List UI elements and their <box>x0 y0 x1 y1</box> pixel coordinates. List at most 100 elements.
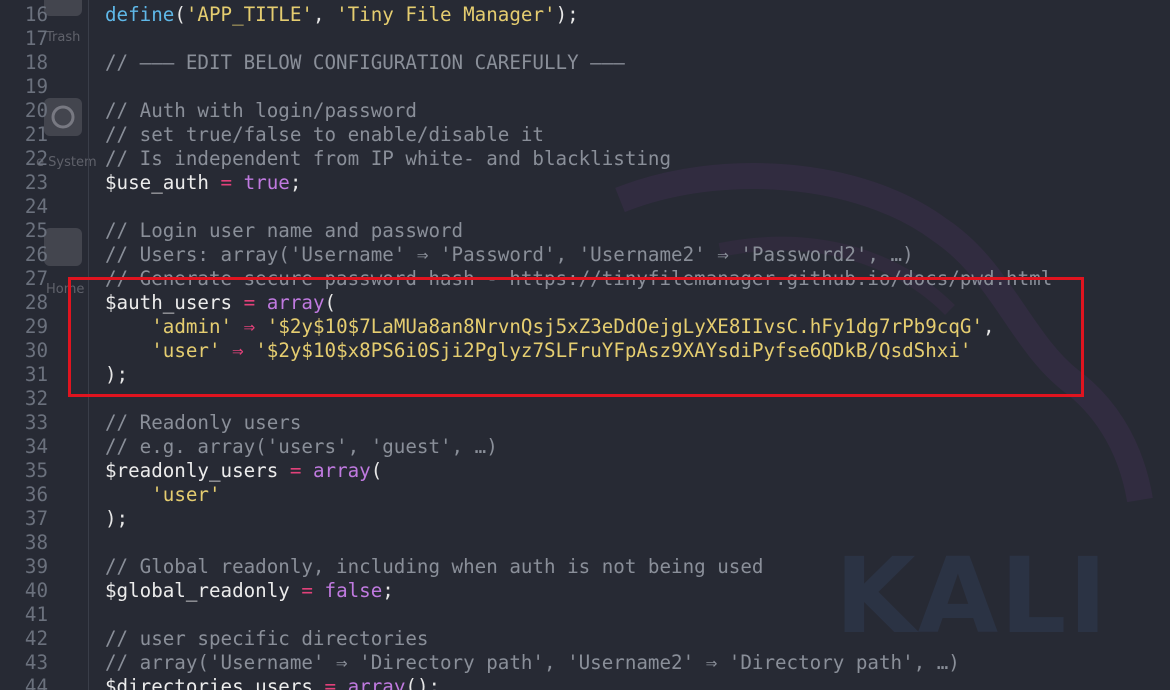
code-token: // set true/false to enable/disable it <box>105 123 544 146</box>
code-text: // Global readonly, including when auth … <box>105 555 763 579</box>
code-token: ( <box>174 3 186 26</box>
code-token: $use_auth <box>105 171 221 194</box>
code-token: = <box>324 675 337 690</box>
line-number: 27 <box>24 267 48 290</box>
line-number: 32 <box>24 387 48 410</box>
line-number: 21 <box>24 123 48 146</box>
line-number: 37 <box>24 507 48 530</box>
line-number: 26 <box>24 243 48 266</box>
code-token: // ——— EDIT BELOW CONFIGURATION CAREFULL… <box>105 51 625 74</box>
code-line[interactable]: 38 <box>0 531 1170 555</box>
auth-users-highlight-box <box>68 277 1084 397</box>
code-token: (); <box>405 675 441 690</box>
line-number: 29 <box>24 315 48 338</box>
code-line[interactable]: 36 'user' <box>0 483 1170 507</box>
code-token: // array('Username' ⇒ 'Directory path', … <box>105 651 960 674</box>
code-token: // e.g. array('users', 'guest', …) <box>105 435 498 458</box>
code-line[interactable]: 37); <box>0 507 1170 531</box>
code-line[interactable]: 33 // Readonly users <box>0 411 1170 435</box>
code-text: // ——— EDIT BELOW CONFIGURATION CAREFULL… <box>105 51 625 75</box>
code-text: define('APP_TITLE', 'Tiny File Manager')… <box>105 3 579 27</box>
code-line[interactable]: 21 // set true/false to enable/disable it <box>0 123 1170 147</box>
line-number: 35 <box>24 459 48 482</box>
line-number: 28 <box>24 291 48 314</box>
code-line[interactable]: 39 // Global readonly, including when aut… <box>0 555 1170 579</box>
code-token: ( <box>370 459 383 482</box>
code-text: // Users: array('Username' ⇒ 'Password',… <box>105 243 914 267</box>
code-text: 'user' <box>105 483 221 507</box>
line-number: 40 <box>24 579 48 602</box>
code-text: $use_auth = true; <box>105 171 301 195</box>
code-line[interactable]: 42 // user specific directories <box>0 627 1170 651</box>
code-line[interactable]: 41 <box>0 603 1170 627</box>
code-token: , <box>312 3 337 26</box>
line-number: 30 <box>24 339 48 362</box>
code-token: array <box>312 459 371 482</box>
code-text: // Login user name and password <box>105 219 463 243</box>
code-token: // Readonly users <box>105 411 302 434</box>
code-line[interactable]: 16 define('APP_TITLE', 'Tiny File Manager… <box>0 3 1170 27</box>
line-number: 19 <box>24 75 48 98</box>
line-number: 36 <box>24 483 48 506</box>
line-number: 44 <box>24 675 48 690</box>
line-number: 38 <box>24 531 48 554</box>
code-token: $directories_users <box>105 675 325 690</box>
code-line[interactable]: 34 // e.g. array('users', 'guest', …) <box>0 435 1170 459</box>
line-number: 39 <box>24 555 48 578</box>
code-line[interactable]: 24 <box>0 195 1170 219</box>
code-line[interactable]: 17 <box>0 27 1170 51</box>
code-token: 'APP_TITLE' <box>185 3 313 26</box>
code-token: = <box>301 579 313 602</box>
code-text: $readonly_users = array( <box>105 459 382 483</box>
code-token: $global_readonly <box>105 579 302 602</box>
code-token: true <box>243 171 290 194</box>
code-text: $directories_users = array(); <box>105 675 440 690</box>
code-line[interactable]: 40 $global_readonly = false; <box>0 579 1170 603</box>
code-token: 'Tiny File Manager' <box>336 3 556 26</box>
line-number: 17 <box>24 27 48 50</box>
line-number: 20 <box>24 99 48 122</box>
code-line[interactable]: 25 // Login user name and password <box>0 219 1170 243</box>
line-number: 24 <box>24 195 48 218</box>
code-line[interactable]: 19 <box>0 75 1170 99</box>
code-token: // Is independent from IP white- and bla… <box>105 147 672 170</box>
code-token: array <box>347 675 406 690</box>
code-text: $global_readonly = false; <box>105 579 394 603</box>
line-number: 41 <box>24 603 48 626</box>
code-line[interactable]: 44 $directories_users = array(); <box>0 675 1170 690</box>
line-number: 18 <box>24 51 48 74</box>
code-token: // Users: array('Username' ⇒ 'Password',… <box>105 243 914 266</box>
code-token: ; <box>289 171 302 194</box>
code-token: // user specific directories <box>105 627 429 650</box>
line-number: 16 <box>24 3 48 26</box>
code-line[interactable]: 22 // Is independent from IP white- and b… <box>0 147 1170 171</box>
code-token: = <box>289 459 302 482</box>
code-token: // Auth with login/password <box>105 99 417 122</box>
code-token: 'user' <box>151 483 221 506</box>
code-text: // Is independent from IP white- and bla… <box>105 147 671 171</box>
code-text: ); <box>105 507 128 531</box>
code-text: // user specific directories <box>105 627 428 651</box>
code-line[interactable]: 20 // Auth with login/password <box>0 99 1170 123</box>
line-number: 42 <box>24 627 48 650</box>
code-token: define <box>105 3 175 26</box>
code-text: // array('Username' ⇒ 'Directory path', … <box>105 651 960 675</box>
code-token: // Login user name and password <box>105 219 464 242</box>
code-line[interactable]: 26 // Users: array('Username' ⇒ 'Password… <box>0 243 1170 267</box>
code-line[interactable]: 35 $readonly_users = array( <box>0 459 1170 483</box>
line-number: 25 <box>24 219 48 242</box>
line-number: 22 <box>24 147 48 170</box>
code-line[interactable]: 18 // ——— EDIT BELOW CONFIGURATION CAREFU… <box>0 51 1170 75</box>
code-token: = <box>220 171 233 194</box>
line-number: 31 <box>24 363 48 386</box>
code-line[interactable]: 43 // array('Username' ⇒ 'Directory path'… <box>0 651 1170 675</box>
code-token: ; <box>382 579 394 602</box>
code-text: // set true/false to enable/disable it <box>105 123 544 147</box>
code-line[interactable]: 23 $use_auth = true; <box>0 171 1170 195</box>
code-editor[interactable]: KALI Trash e System Home 16 define('APP_T… <box>0 0 1170 690</box>
